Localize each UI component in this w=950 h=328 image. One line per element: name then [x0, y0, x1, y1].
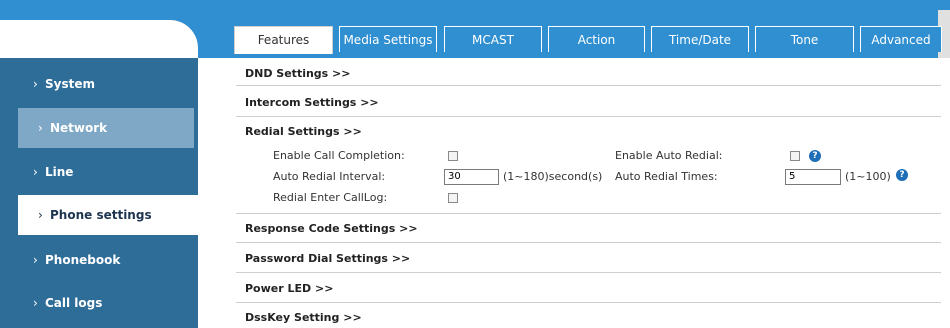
section-password-dial-settings[interactable]: Password Dial Settings >>	[245, 252, 940, 265]
redial-enter-calllog-label: Redial Enter CallLog:	[273, 191, 388, 204]
chevron-right-icon: ›	[33, 253, 38, 267]
auto-redial-times-label: Auto Redial Times:	[615, 170, 718, 183]
divider	[236, 116, 941, 117]
auto-redial-interval-input[interactable]: 30	[444, 169, 499, 185]
tab-mcast[interactable]: MCAST	[444, 26, 542, 52]
enable-call-completion-checkbox[interactable]	[448, 151, 458, 161]
tab-time-date[interactable]: Time/Date	[651, 26, 749, 52]
help-icon[interactable]: ?	[809, 150, 821, 162]
divider	[236, 242, 941, 243]
section-dnd-settings[interactable]: DND Settings >>	[245, 67, 940, 80]
sidebar-top-cap	[0, 20, 198, 58]
sidebar-item-phonebook[interactable]: › Phonebook	[0, 240, 198, 280]
section-dsskey-setting[interactable]: DssKey Setting >>	[245, 311, 940, 324]
sidebar-item-system[interactable]: › System	[0, 64, 198, 104]
sidebar-item-label: Network	[50, 121, 108, 135]
chevron-right-icon: ›	[38, 208, 43, 222]
enable-auto-redial-label: Enable Auto Redial:	[615, 149, 723, 162]
divider	[236, 213, 941, 214]
divider	[236, 85, 941, 86]
sidebar-item-label: Phonebook	[45, 253, 121, 267]
tab-action[interactable]: Action	[548, 26, 645, 52]
sidebar-item-network[interactable]: › Network	[18, 108, 194, 148]
sidebar-item-label: Line	[45, 165, 74, 179]
section-power-led[interactable]: Power LED >>	[245, 282, 940, 295]
section-intercom-settings[interactable]: Intercom Settings >>	[245, 96, 940, 109]
tab-advanced[interactable]: Advanced	[860, 26, 942, 52]
sidebar-item-line[interactable]: › Line	[0, 152, 198, 192]
chevron-right-icon: ›	[38, 121, 43, 135]
chevron-right-icon: ›	[33, 296, 38, 310]
divider	[236, 302, 941, 303]
redial-enter-calllog-checkbox[interactable]	[448, 193, 458, 203]
auto-redial-interval-range: (1~180)second(s)	[503, 170, 603, 183]
enable-auto-redial-checkbox[interactable]	[790, 151, 800, 161]
help-icon[interactable]: ?	[896, 169, 908, 181]
sidebar-item-label: Call logs	[45, 296, 103, 310]
divider	[236, 272, 941, 273]
auto-redial-times-input[interactable]: 5	[785, 169, 841, 185]
auto-redial-interval-label: Auto Redial Interval:	[273, 170, 386, 183]
section-response-code-settings[interactable]: Response Code Settings >>	[245, 222, 940, 235]
sidebar-item-label: Phone settings	[50, 208, 152, 222]
tab-tone[interactable]: Tone	[755, 26, 854, 52]
sidebar-item-label: System	[45, 77, 95, 91]
chevron-right-icon: ›	[33, 77, 38, 91]
chevron-right-icon: ›	[33, 165, 38, 179]
sidebar-item-call-logs[interactable]: › Call logs	[0, 283, 198, 323]
auto-redial-times-range: (1~100)	[845, 170, 891, 183]
sidebar-item-phone-settings[interactable]: › Phone settings	[18, 195, 198, 235]
enable-call-completion-label: Enable Call Completion:	[273, 149, 405, 162]
tab-features[interactable]: Features	[234, 26, 333, 54]
top-bar	[0, 0, 950, 10]
tab-media-settings[interactable]: Media Settings	[339, 26, 437, 52]
section-redial-settings[interactable]: Redial Settings >>	[245, 125, 940, 138]
